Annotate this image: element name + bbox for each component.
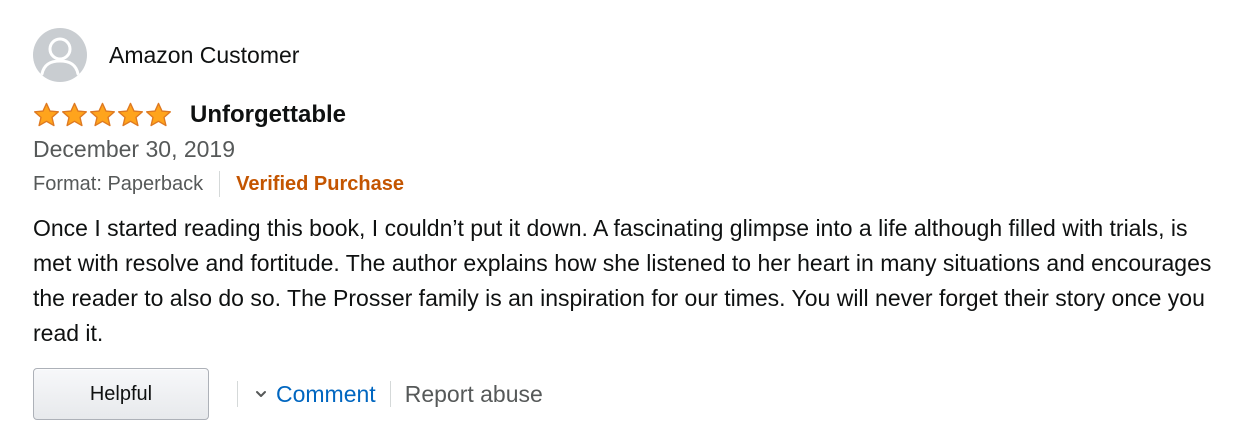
user-silhouette-icon: [40, 37, 80, 76]
review-title-row: Unforgettable: [33, 100, 1223, 130]
review-meta: Format: Paperback Verified Purchase: [33, 171, 1223, 197]
review-body: Once I started reading this book, I coul…: [33, 215, 1212, 346]
review-actions: Helpful Comment Report abuse: [33, 367, 1223, 421]
comment-link[interactable]: Comment: [254, 381, 376, 408]
meta-divider: [219, 171, 221, 197]
review-date: December 30, 2019: [33, 136, 236, 162]
comment-label[interactable]: Comment: [276, 381, 376, 408]
star-icon: [90, 102, 115, 127]
action-divider: [237, 381, 238, 407]
action-divider: [389, 381, 391, 407]
chevron-down-icon: [256, 391, 266, 397]
star-icon: [146, 102, 171, 127]
verified-purchase-badge: Verified Purchase: [236, 172, 404, 195]
star-icon: [118, 102, 143, 127]
customer-review: Amazon Customer Unforgettable December 3…: [33, 28, 1223, 421]
star-icon: [34, 102, 59, 127]
format-label: Format: Paperback: [33, 172, 204, 195]
star-icon: [62, 102, 87, 127]
star-rating[interactable]: [33, 102, 172, 128]
reviewer-profile[interactable]: Amazon Customer: [33, 28, 1223, 82]
helpful-button[interactable]: Helpful: [33, 368, 209, 420]
review-title[interactable]: Unforgettable: [190, 101, 346, 129]
avatar[interactable]: [33, 28, 87, 82]
reviewer-name[interactable]: Amazon Customer: [109, 42, 299, 69]
report-abuse-link[interactable]: Report abuse: [405, 381, 543, 408]
